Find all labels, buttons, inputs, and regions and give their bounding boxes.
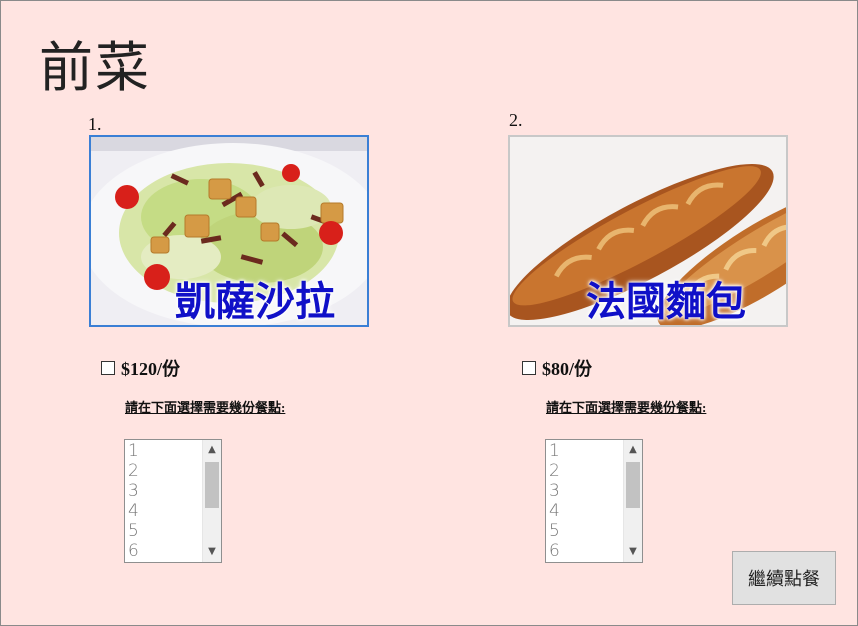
item-2-caption: 法國麵包 <box>586 279 746 325</box>
item-1-quantity-listbox[interactable]: 1 2 3 4 5 6 ▲ ▼ <box>124 439 222 563</box>
page-title: 前菜 <box>39 36 151 99</box>
item-2-price: $80/份 <box>542 359 593 379</box>
listbox-scrollbar[interactable]: ▲ ▼ <box>202 440 221 562</box>
listbox-scrollbar[interactable]: ▲ ▼ <box>623 440 642 562</box>
item-1-price: $120/份 <box>121 359 181 379</box>
scroll-up-arrow-icon[interactable]: ▲ <box>203 442 221 458</box>
scroll-down-arrow-icon[interactable]: ▼ <box>203 544 221 560</box>
item-2-number: 2. <box>509 110 523 130</box>
item-1-number: 1. <box>88 114 102 134</box>
continue-ordering-button[interactable]: 繼續點餐 <box>732 551 836 605</box>
scroll-up-arrow-icon[interactable]: ▲ <box>624 442 642 458</box>
scroll-thumb[interactable] <box>626 462 640 508</box>
scroll-thumb[interactable] <box>205 462 219 508</box>
item-2-quantity-listbox[interactable]: 1 2 3 4 5 6 ▲ ▼ <box>545 439 643 563</box>
item-1-checkbox[interactable] <box>101 361 115 375</box>
item-2-price-option[interactable]: $80/份 <box>522 355 592 381</box>
scroll-down-arrow-icon[interactable]: ▼ <box>624 544 642 560</box>
item-1-price-option[interactable]: $120/份 <box>101 355 180 381</box>
caesar-salad-image[interactable]: 凱薩沙拉 <box>89 135 369 327</box>
item-1-quantity-hint: 請在下面選擇需要幾份餐點: <box>125 400 286 415</box>
item-1-caption: 凱薩沙拉 <box>175 279 335 325</box>
item-2-checkbox[interactable] <box>522 361 536 375</box>
item-2-quantity-hint: 請在下面選擇需要幾份餐點: <box>546 400 707 415</box>
french-bread-image[interactable]: 法國麵包 <box>508 135 788 327</box>
